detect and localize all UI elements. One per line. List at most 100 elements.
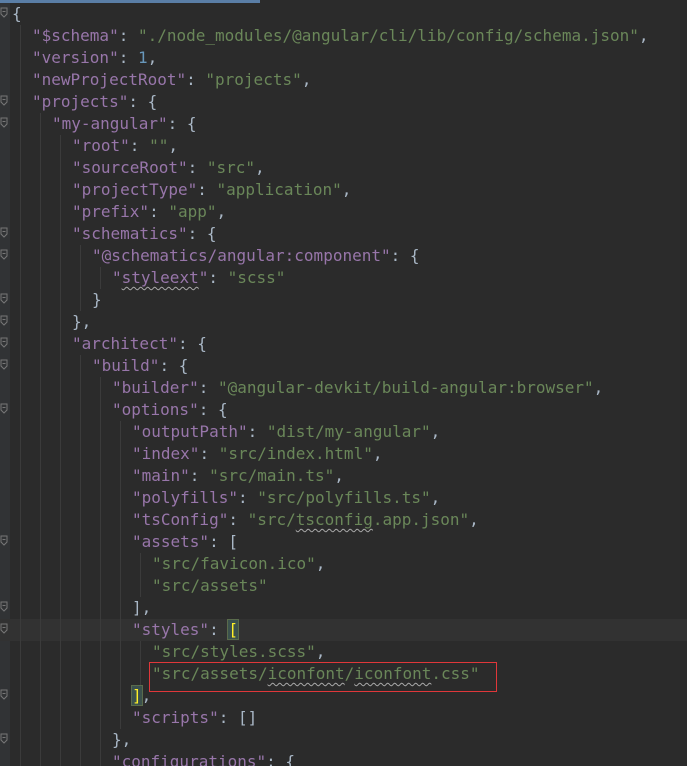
fold-arrow-icon[interactable] [0,95,8,107]
indent-guide [60,157,61,179]
code-line[interactable]: "build": { [0,355,687,377]
fold-arrow-icon[interactable] [0,359,8,371]
indent-guide [60,663,61,685]
code-line[interactable]: "architect": { [0,333,687,355]
fold-arrow-icon[interactable] [0,733,8,745]
code-token: 1 [137,48,148,67]
indent-guide [60,179,61,201]
indent-guide [20,509,21,531]
code-line[interactable]: "version": 1, [0,47,687,69]
code-token: "my-angular" [52,114,168,133]
indent-guide [20,377,21,399]
code-text: "polyfills": "src/polyfills.ts", [132,487,440,509]
indent-guide [80,421,81,443]
fold-arrow-icon[interactable] [0,293,8,305]
code-token: : { [167,114,197,133]
code-text: } [92,289,102,311]
code-token: "projects" [205,70,302,89]
code-token: : { [266,752,296,766]
fold-arrow-icon[interactable] [0,227,8,239]
code-line[interactable]: "my-angular": { [0,113,687,135]
code-token: , [255,158,265,177]
code-line[interactable]: "configurations": { [0,751,687,766]
code-line[interactable]: "polyfills": "src/polyfills.ts", [0,487,687,509]
code-line[interactable]: "$schema": "./node_modules/@angular/cli/… [0,25,687,47]
indent-guide [80,443,81,465]
code-text: "sourceRoot": "src", [72,157,265,179]
code-line[interactable]: "root": "", [0,135,687,157]
code-editor[interactable]: {"$schema": "./node_modules/@angular/cli… [0,0,687,766]
fold-arrow-icon[interactable] [0,117,8,129]
code-token: , [147,48,158,67]
code-line[interactable]: "index": "src/index.html", [0,443,687,465]
code-line[interactable]: "tsConfig": "src/tsconfig.app.json", [0,509,687,531]
indent-guide [100,377,101,399]
code-line[interactable]: }, [0,729,687,751]
code-token: : [] [218,708,258,727]
fold-arrow-icon[interactable] [0,249,8,261]
indent-guide [20,575,21,597]
code-token: : { [187,224,217,243]
code-text: "schematics": { [72,223,217,245]
indent-guide [60,333,61,355]
code-token: "options" [112,400,199,419]
code-line[interactable]: ], [0,597,687,619]
indent-guide [20,333,21,355]
code-line[interactable]: "styles": [ [0,619,687,641]
fold-arrow-icon[interactable] [0,623,8,635]
code-line[interactable]: "schematics": { [0,223,687,245]
code-token: : [199,444,219,463]
fold-arrow-icon[interactable] [0,689,8,701]
indent-guide [40,553,41,575]
code-line[interactable]: "main": "src/main.ts", [0,465,687,487]
code-line[interactable]: "outputPath": "dist/my-angular", [0,421,687,443]
code-token: , [168,136,178,155]
code-line[interactable]: "@schematics/angular:component": { [0,245,687,267]
fold-arrow-icon[interactable] [0,7,8,19]
fold-arrow-icon[interactable] [0,535,8,547]
code-line[interactable]: "src/assets" [0,575,687,597]
fold-arrow-icon[interactable] [0,315,8,327]
code-text: "newProjectRoot": "projects", [32,69,311,91]
indent-guide [100,685,101,707]
code-token: : [149,202,169,221]
fold-arrow-icon[interactable] [0,601,8,613]
indent-guide [60,289,61,311]
code-line[interactable]: "styleext": "scss" [0,267,687,289]
code-line[interactable]: "assets": [ [0,531,687,553]
code-line[interactable]: } [0,289,687,311]
code-line[interactable]: "prefix": "app", [0,201,687,223]
code-token: }, [72,312,92,331]
code-text: "projects": { [32,91,157,113]
code-token: "src/main.ts" [209,466,335,485]
code-line[interactable]: "sourceRoot": "src", [0,157,687,179]
code-line[interactable]: }, [0,311,687,333]
indent-guide [40,707,41,729]
code-token: , [315,642,326,661]
code-token: "@schematics/angular:component" [92,246,391,265]
fold-arrow-icon[interactable] [0,337,8,349]
code-line[interactable]: "projects": { [0,91,687,113]
code-line[interactable]: { [0,3,687,25]
code-token: "newProjectRoot" [32,70,187,89]
indent-guide [100,553,101,575]
code-text: "@schematics/angular:component": { [92,245,420,267]
indent-guide [40,289,41,311]
code-line[interactable]: "builder": "@angular-devkit/build-angula… [0,377,687,399]
indent-guide [40,157,41,179]
code-line[interactable]: "src/styles.scss", [0,641,687,663]
indent-guide [40,399,41,421]
code-line[interactable]: "scripts": [] [0,707,687,729]
code-token: : { [390,246,420,265]
code-line[interactable]: "projectType": "application", [0,179,687,201]
code-token: "scripts" [132,708,219,727]
indent-guide [40,509,41,531]
code-line[interactable]: "options": { [0,399,687,421]
indent-guide [20,267,21,289]
fold-arrow-icon[interactable] [0,403,8,415]
code-line[interactable]: "src/favicon.ico", [0,553,687,575]
indent-guide [40,597,41,619]
code-line[interactable]: "newProjectRoot": "projects", [0,69,687,91]
indent-guide [100,575,101,597]
indent-guide [120,619,121,641]
